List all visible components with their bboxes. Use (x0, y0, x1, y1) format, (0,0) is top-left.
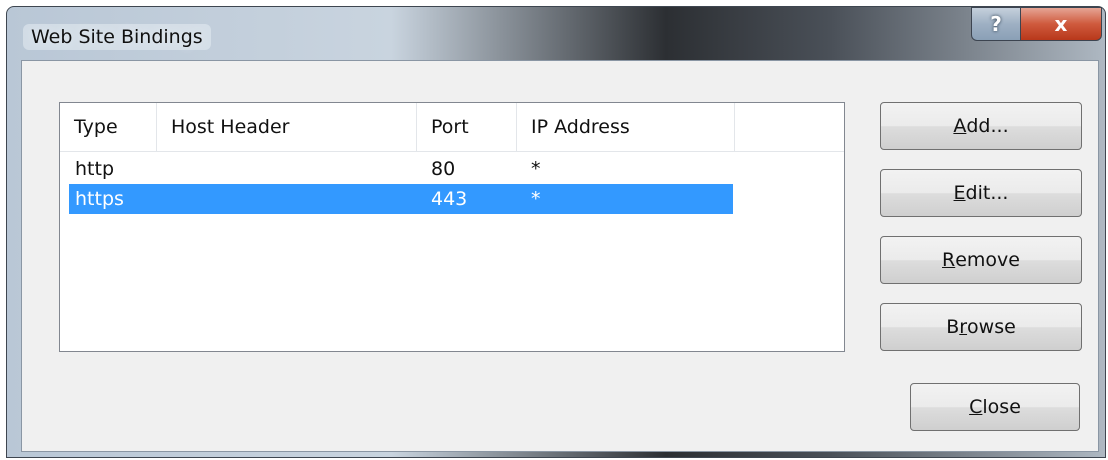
dialog-window: Web Site Bindings ? x Type Host Header P… (6, 6, 1106, 458)
column-header-port[interactable]: Port (417, 103, 517, 151)
edit-button-mnemonic: E (953, 182, 966, 204)
remove-button-mnemonic: R (942, 249, 956, 271)
browse-button-prefix: B (946, 316, 960, 338)
cell-port: 443 (431, 188, 468, 210)
table-row-selected[interactable]: https 443 * (69, 184, 733, 214)
close-button-label: lose (982, 396, 1021, 418)
column-header-host-header[interactable]: Host Header (157, 103, 417, 151)
browse-button-mnemonic: r (959, 316, 968, 338)
add-button-mnemonic: A (953, 115, 967, 137)
cell-ip-address: * (531, 188, 541, 210)
close-icon: x (1054, 12, 1068, 36)
window-close-button[interactable]: x (1020, 7, 1102, 41)
window-title: Web Site Bindings (23, 24, 211, 50)
title-bar[interactable]: Web Site Bindings ? x (7, 7, 1105, 65)
column-header-type[interactable]: Type (60, 103, 157, 151)
cell-type: https (75, 188, 124, 210)
browse-button[interactable]: Br owse (880, 303, 1082, 351)
help-button[interactable]: ? (971, 7, 1021, 41)
add-button-label: dd... (966, 115, 1009, 137)
remove-button[interactable]: Remove (880, 236, 1082, 284)
cell-ip-address: * (531, 158, 541, 180)
cell-host-header (171, 154, 421, 184)
list-header: Type Host Header Port IP Address (60, 103, 844, 152)
table-row[interactable]: http 80 * (69, 154, 733, 184)
dialog-client-area: Type Host Header Port IP Address http 80… (21, 60, 1099, 452)
add-button[interactable]: Add... (880, 102, 1082, 150)
close-button-mnemonic: C (969, 396, 983, 418)
column-header-ip-address[interactable]: IP Address (517, 103, 735, 151)
help-icon: ? (990, 12, 1002, 36)
cell-type: http (75, 158, 115, 180)
bindings-list[interactable]: Type Host Header Port IP Address http 80… (59, 102, 845, 352)
remove-button-label: emove (955, 249, 1020, 271)
edit-button-label: dit... (965, 182, 1009, 204)
edit-button[interactable]: Edit... (880, 169, 1082, 217)
close-button[interactable]: Close (910, 383, 1080, 431)
cell-port: 80 (431, 158, 456, 180)
cell-host-header (171, 184, 421, 214)
column-header-filler (735, 103, 844, 151)
browse-button-label: owse (967, 316, 1016, 338)
